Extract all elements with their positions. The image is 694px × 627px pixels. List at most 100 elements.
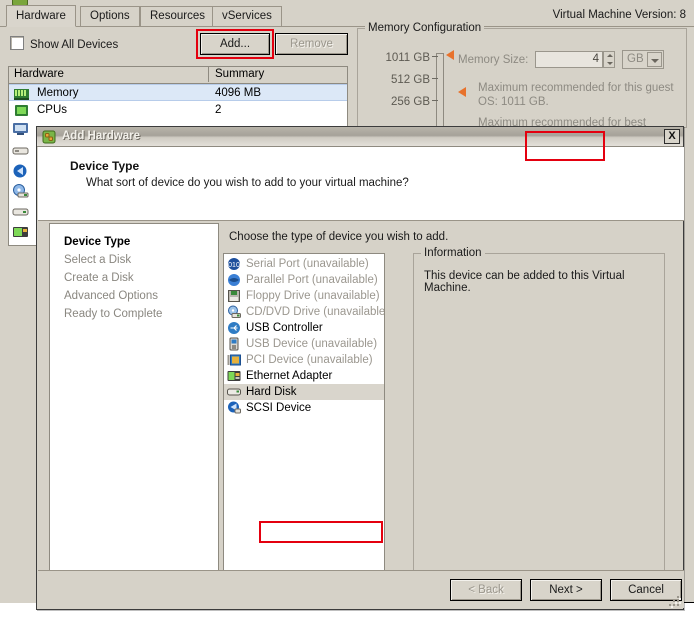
hardware-table-header: Hardware Summary bbox=[9, 67, 347, 84]
list-item[interactable]: USB Controller bbox=[224, 320, 384, 336]
information-group: Information This device can be added to … bbox=[413, 247, 665, 573]
tab-hardware[interactable]: Hardware bbox=[6, 5, 76, 27]
list-item: Parallel Port (unavailable) bbox=[224, 272, 384, 288]
device-label: SCSI Device bbox=[246, 402, 312, 414]
tab-options[interactable]: Options bbox=[80, 6, 140, 26]
dialog-body: Choose the type of device you wish to ad… bbox=[219, 223, 673, 608]
show-all-devices-checkbox[interactable] bbox=[10, 36, 24, 50]
add-hardware-icon bbox=[42, 130, 56, 144]
list-item[interactable]: SCSI Device bbox=[224, 400, 384, 416]
memory-note-guest-os: Maximum recommended for this guest OS: 1… bbox=[478, 82, 674, 108]
device-label: PCI Device (unavailable) bbox=[246, 354, 373, 366]
memory-slider[interactable] bbox=[432, 53, 444, 133]
wizard-steps: Device Type Select a Disk Create a Disk … bbox=[49, 223, 219, 608]
cd-dvd-drive-icon bbox=[12, 184, 29, 198]
add-button[interactable]: Add... bbox=[200, 33, 270, 55]
vm-version-label: Virtual Machine Version: 8 bbox=[552, 9, 686, 21]
cd-dvd-drive-icon bbox=[227, 305, 241, 319]
cpu-icon bbox=[14, 104, 29, 117]
memory-tick-256: 256 GB bbox=[391, 96, 430, 108]
memory-unit-select[interactable]: GB bbox=[622, 50, 664, 69]
tab-vservices[interactable]: vServices bbox=[212, 6, 282, 26]
step-select-a-disk: Select a Disk bbox=[64, 254, 132, 266]
ethernet-adapter-icon bbox=[227, 369, 241, 383]
video-card-icon bbox=[12, 122, 29, 136]
dialog-title: Add Hardware bbox=[62, 130, 140, 142]
hardware-name: Memory bbox=[37, 87, 79, 99]
serial-port-icon: 010 bbox=[227, 257, 241, 271]
device-label: USB Device (unavailable) bbox=[246, 338, 378, 350]
memory-unit-value: GB bbox=[627, 53, 644, 65]
device-label: Serial Port (unavailable) bbox=[246, 258, 369, 270]
desktop-background bbox=[0, 603, 36, 627]
chevron-down-icon[interactable] bbox=[647, 52, 662, 67]
list-item: 010 Serial Port (unavailable) bbox=[224, 256, 384, 272]
hard-disk-icon bbox=[12, 205, 29, 219]
scsi-device-icon bbox=[227, 401, 241, 415]
scsi-controller-icon bbox=[12, 164, 29, 178]
screen: Hardware Options Resources vServices Vir… bbox=[0, 0, 694, 627]
memory-tick-1011: 1011 GB bbox=[385, 52, 430, 64]
list-item: USB Device (unavailable) bbox=[224, 336, 384, 352]
list-item: PCI Device (unavailable) bbox=[224, 352, 384, 368]
memory-configuration-group: Memory Configuration 1011 GB 512 GB 256 … bbox=[357, 22, 687, 133]
memory-icon bbox=[14, 87, 29, 100]
dialog-header: Device Type What sort of device do you w… bbox=[38, 147, 684, 221]
list-item: Floppy Drive (unavailable) bbox=[224, 288, 384, 304]
guest-os-max-marker-icon bbox=[458, 87, 466, 97]
dialog-footer: < Back Next > Cancel bbox=[38, 570, 684, 608]
list-item-hard-disk[interactable]: Hard Disk bbox=[224, 384, 384, 400]
close-icon[interactable]: X bbox=[664, 129, 680, 144]
hardware-name: CPUs bbox=[37, 104, 68, 116]
step-ready-to-complete: Ready to Complete bbox=[64, 308, 163, 320]
add-hardware-dialog: Add Hardware X Device Type What sort of … bbox=[36, 126, 684, 610]
usb-controller-icon bbox=[227, 321, 241, 335]
memory-size-stepper[interactable] bbox=[603, 51, 615, 68]
device-label: CD/DVD Drive (unavailable) bbox=[246, 306, 385, 318]
list-item[interactable]: Ethernet Adapter bbox=[224, 368, 384, 384]
step-advanced-options: Advanced Options bbox=[64, 290, 158, 302]
tab-underline bbox=[0, 26, 694, 27]
information-text: This device can be added to this Virtual… bbox=[424, 270, 625, 294]
table-row[interactable]: CPUs 2 bbox=[9, 102, 347, 119]
resize-grip[interactable] bbox=[669, 594, 681, 608]
memory-configuration-legend: Memory Configuration bbox=[365, 22, 485, 34]
hard-disk-icon bbox=[227, 385, 241, 399]
list-item: CD/DVD Drive (unavailable) bbox=[224, 304, 384, 320]
hardware-summary: 2 bbox=[215, 104, 222, 116]
memory-size-input[interactable]: 4 bbox=[535, 51, 603, 68]
vmci-device-icon bbox=[12, 144, 29, 158]
remove-button: Remove bbox=[275, 33, 348, 55]
show-all-devices-label: Show All Devices bbox=[30, 39, 119, 51]
device-label: Hard Disk bbox=[246, 386, 297, 398]
svg-text:010: 010 bbox=[228, 262, 240, 269]
device-type-list[interactable]: 010 Serial Port (unavailable) Parallel P… bbox=[223, 253, 385, 573]
information-legend: Information bbox=[421, 247, 485, 259]
step-device-type[interactable]: Device Type bbox=[64, 236, 130, 248]
column-header-hardware: Hardware bbox=[9, 67, 209, 82]
table-row[interactable]: Memory 4096 MB bbox=[9, 84, 347, 101]
network-adapter-icon bbox=[12, 225, 29, 239]
back-button: < Back bbox=[450, 579, 522, 601]
device-label: Parallel Port (unavailable) bbox=[246, 274, 378, 286]
step-create-a-disk: Create a Disk bbox=[64, 272, 134, 284]
column-header-summary: Summary bbox=[215, 68, 265, 80]
hardware-summary: 4096 MB bbox=[215, 87, 262, 99]
dialog-title-bar[interactable]: Add Hardware X bbox=[37, 127, 683, 147]
device-label: Floppy Drive (unavailable) bbox=[246, 290, 380, 302]
dialog-header-subtitle: What sort of device do you wish to add t… bbox=[86, 177, 409, 189]
dialog-header-title: Device Type bbox=[70, 159, 140, 173]
device-label: Ethernet Adapter bbox=[246, 370, 333, 382]
device-label: USB Controller bbox=[246, 322, 323, 334]
memory-size-label: Memory Size: bbox=[458, 54, 529, 66]
tab-resources[interactable]: Resources bbox=[140, 6, 215, 26]
next-button[interactable]: Next > bbox=[530, 579, 602, 601]
pci-device-icon bbox=[227, 353, 241, 367]
memory-tick-512: 512 GB bbox=[391, 74, 430, 86]
memory-max-marker-icon bbox=[446, 50, 454, 60]
floppy-drive-icon bbox=[227, 289, 241, 303]
show-all-devices-row[interactable]: Show All Devices bbox=[10, 36, 118, 51]
parallel-port-icon bbox=[227, 273, 241, 287]
tab-strip: Hardware Options Resources vServices Vir… bbox=[0, 5, 694, 27]
device-list-prompt: Choose the type of device you wish to ad… bbox=[229, 231, 449, 243]
